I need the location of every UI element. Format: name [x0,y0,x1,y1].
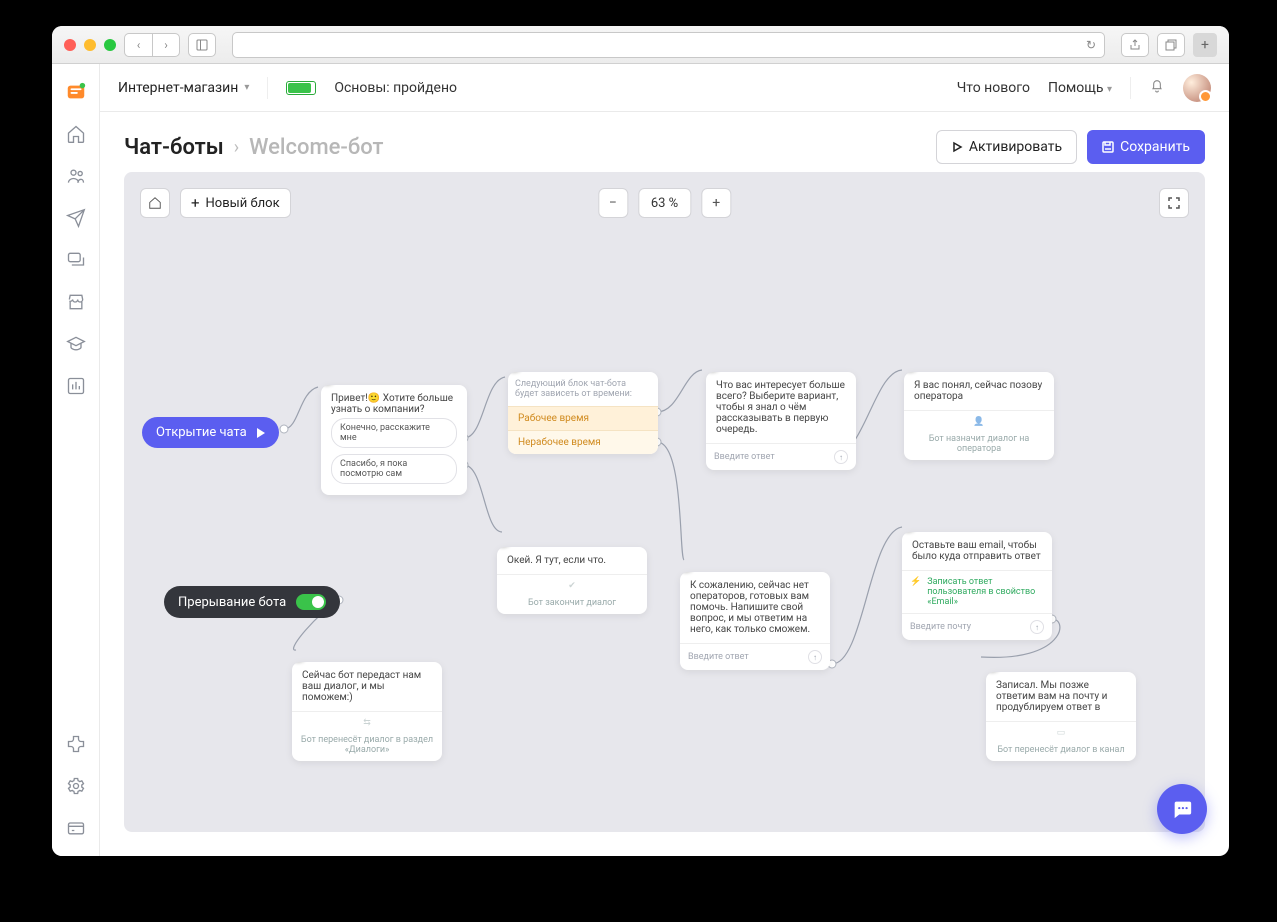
node-message: Сейчас бот передаст нам ваш диалог, и мы… [292,662,442,711]
browser-window: ‹ › ↻ + [52,26,1229,856]
logo-icon[interactable] [58,74,94,110]
node-condition[interactable]: ⤭Условие: Раб... Следующий блок чат-бота… [508,372,658,454]
node-working-hours[interactable]: 💬Рабочее время Что вас интересует больше… [706,372,856,470]
apps-icon[interactable] [58,726,94,762]
transfer-icon: ⇆ [360,718,374,732]
node-start[interactable]: 💬Начало Привет!🙂 Хотите больше узнать о … [321,385,467,495]
save-button[interactable]: Сохранить [1087,130,1205,164]
chevron-down-icon: ▾ [1107,84,1112,95]
arrow-up-icon: ↑ [834,450,848,464]
campaigns-icon[interactable] [58,200,94,236]
chevron-right-icon: › [234,137,239,158]
new-block-button[interactable]: + Новый блок [180,188,291,218]
bell-icon[interactable] [1149,78,1165,98]
bolt-icon: ⚡ [910,577,921,587]
app-topbar: Интернет-магазин ▾ Основы: пройдено Что … [100,64,1229,112]
node-input[interactable]: Введите ответ↑ [680,643,830,670]
node-message: Записал. Мы позже ответим вам на почту и… [986,672,1136,721]
analytics-icon[interactable] [58,368,94,404]
node-input[interactable]: Введите почту↑ [902,613,1052,640]
nav-sidebar [52,64,100,856]
billing-icon[interactable] [58,810,94,846]
breadcrumb-root[interactable]: Чат-боты [124,135,224,160]
conversations-icon[interactable] [58,242,94,278]
flow-canvas[interactable]: + Новый блок − 63 % + [124,172,1205,832]
close-window[interactable] [64,39,76,51]
reload-icon[interactable]: ↻ [1086,38,1096,52]
channel-icon: ▭ [1054,728,1068,742]
check-icon: ✔ [565,581,579,595]
node-action: ⚡Записать ответ пользователя в свойство … [902,570,1052,613]
agent-icon: 👤 [972,417,986,431]
zoom-out-button[interactable]: − [598,188,628,218]
page-header: Чат-боты › Welcome-бот Активировать Сохр… [100,112,1229,172]
share-icon[interactable] [1121,33,1149,57]
fullscreen-button[interactable] [1159,188,1189,218]
whatsnew-link[interactable]: Что нового [957,80,1030,96]
shop-name: Интернет-магазин [118,80,238,96]
home-icon[interactable] [58,116,94,152]
tabs-icon[interactable] [1157,33,1185,57]
sidebar-toggle[interactable] [188,33,216,57]
reply-button[interactable]: Конечно, расскажите мне [331,418,457,448]
arrow-up-icon: ↑ [808,650,822,664]
breadcrumb-current: Welcome-бот [249,135,383,160]
back-button[interactable]: ‹ [124,33,152,57]
help-link[interactable]: Помощь ▾ [1048,80,1112,96]
trigger-open-chat[interactable]: Открытие чата [142,417,279,448]
academy-icon[interactable] [58,326,94,362]
toggle-on-icon[interactable] [296,594,326,610]
activate-button[interactable]: Активировать [936,130,1077,164]
reply-button[interactable]: Спасибо, я пока посмотрю сам [331,454,457,484]
address-bar[interactable]: ↻ [232,32,1105,58]
condition-option[interactable]: Рабочее время [508,406,658,431]
node-interrupt[interactable]: ⊖Прерывание бота Сейчас бот передаст нам… [292,662,442,761]
onboarding-label: Основы: пройдено [334,80,457,96]
node-message: Привет!🙂 Хотите больше узнать о компании… [331,393,457,415]
new-tab-button[interactable]: + [1193,33,1217,57]
browser-chrome: ‹ › ↻ + [52,26,1229,64]
zoom-in-button[interactable]: + [701,188,731,218]
shop-icon[interactable] [58,284,94,320]
onboarding-progress [286,81,316,95]
maximize-window[interactable] [104,39,116,51]
audience-icon[interactable] [58,158,94,194]
avatar[interactable] [1183,74,1211,102]
traffic-lights [64,39,116,51]
minimize-window[interactable] [84,39,96,51]
node-input[interactable]: Введите ответ↑ [706,443,856,470]
node-message: К сожалению, сейчас нет операторов, гото… [680,572,830,643]
chat-fab[interactable] [1157,784,1207,834]
canvas-home-button[interactable] [140,188,170,218]
zoom-display: 63 % [638,188,691,218]
shop-selector[interactable]: Интернет-магазин ▾ [118,80,249,96]
forward-button[interactable]: › [152,33,180,57]
node-message: Что вас интересует больше всего? Выберит… [706,372,856,443]
node-close-dialog[interactable]: 💬Закрыть диалог Окей. Я тут, если что. ✔… [497,547,647,614]
node-operator[interactable]: 💬Оператор Я вас понял, сейчас позову опе… [904,372,1054,460]
arrow-up-icon: ↑ [1030,620,1044,634]
node-forward-channel[interactable]: 💬Передача в к... Записал. Мы позже ответ… [986,672,1136,761]
settings-icon[interactable] [58,768,94,804]
trigger-interrupt[interactable]: Прерывание бота [164,586,340,618]
chevron-down-icon: ▾ [244,82,249,93]
node-nonworking-hours[interactable]: 💬Нерабочее время К сожалению, сейчас нет… [680,572,830,670]
condition-option[interactable]: Нерабочее время [508,431,658,454]
node-record-contact[interactable]: 💬Записать кон... Оставьте ваш email, что… [902,532,1052,640]
play-icon [257,428,265,438]
